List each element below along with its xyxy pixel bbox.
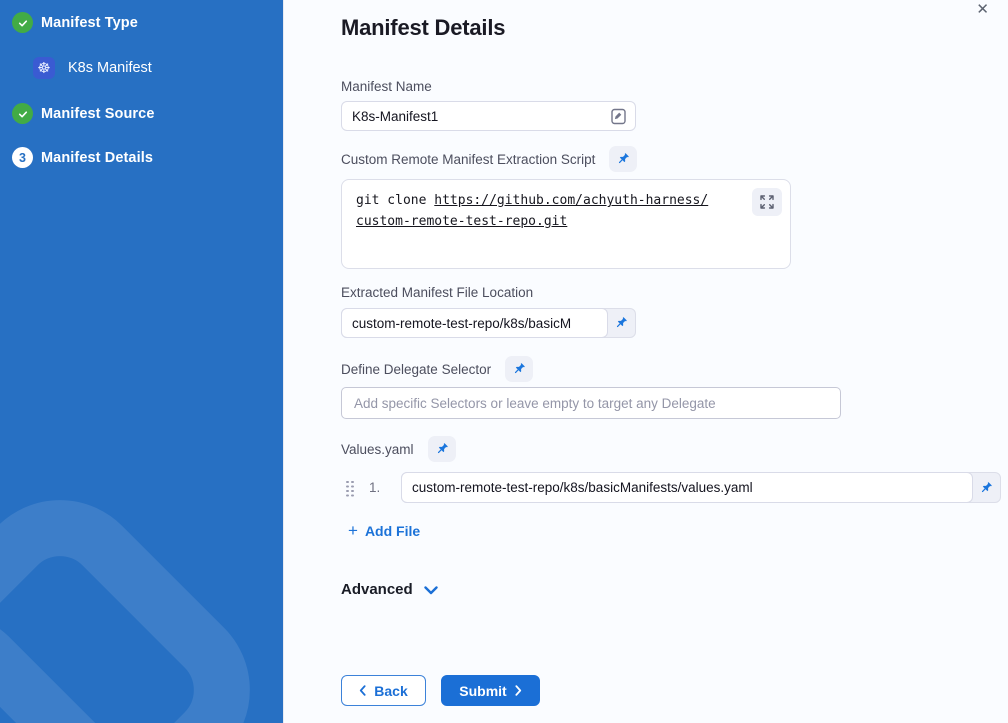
sidebar-step-manifest-details[interactable]: 3 Manifest Details	[12, 147, 153, 168]
submit-button-label: Submit	[459, 683, 506, 699]
manifest-name-input[interactable]	[342, 102, 611, 130]
page-title: Manifest Details	[341, 15, 505, 41]
check-circle-icon	[12, 12, 33, 33]
values-file-group	[401, 472, 1001, 503]
extraction-script-editor[interactable]: git clone https://github.com/achyuth-har…	[341, 179, 791, 269]
chevron-left-icon	[359, 685, 366, 696]
extracted-location-input[interactable]	[342, 316, 607, 331]
advanced-label: Advanced	[341, 581, 413, 598]
step-label: Manifest Type	[41, 15, 138, 31]
app-root: Manifest Type ☸ K8s Manifest Manifest So…	[0, 0, 1008, 723]
values-file-row: 1.	[341, 472, 1001, 503]
extracted-location-group	[341, 308, 636, 338]
row-index: 1.	[369, 480, 387, 495]
values-yaml-pin-button[interactable]	[428, 436, 456, 462]
extraction-script-label: Custom Remote Manifest Extraction Script	[341, 152, 595, 167]
step-number-badge: 3	[12, 147, 33, 168]
extracted-location-label: Extracted Manifest File Location	[341, 285, 533, 300]
script-command-prefix: git clone	[356, 193, 434, 208]
delegate-selector-input[interactable]	[341, 387, 841, 419]
sidebar-substep-k8s-manifest[interactable]: ☸ K8s Manifest	[33, 57, 152, 79]
chevron-right-icon	[515, 685, 522, 696]
wizard-sidebar: Manifest Type ☸ K8s Manifest Manifest So…	[0, 0, 283, 723]
close-icon[interactable]: ✕	[972, 0, 993, 21]
script-url-line1: https://github.com/achyuth-harness/	[434, 193, 708, 208]
delegate-selector-label-row: Define Delegate Selector	[341, 355, 533, 383]
manifest-name-label: Manifest Name	[341, 79, 432, 94]
step-label: Manifest Source	[41, 106, 155, 122]
delegate-selector-label: Define Delegate Selector	[341, 362, 491, 377]
extraction-script-pin-button[interactable]	[609, 146, 637, 172]
extraction-script-content: git clone https://github.com/achyuth-har…	[356, 190, 738, 232]
sidebar-step-manifest-source[interactable]: Manifest Source	[12, 103, 155, 124]
submit-button[interactable]: Submit	[441, 675, 540, 706]
manifest-name-group	[341, 101, 636, 131]
values-yaml-label: Values.yaml	[341, 442, 414, 457]
delegate-selector-pin-button[interactable]	[505, 356, 533, 382]
chevron-down-icon	[424, 586, 438, 595]
substep-label: K8s Manifest	[68, 60, 152, 76]
values-file-pin-button[interactable]	[971, 473, 1000, 502]
kubernetes-icon: ☸	[33, 57, 55, 79]
extraction-script-label-row: Custom Remote Manifest Extraction Script	[341, 145, 637, 173]
add-file-label: Add File	[365, 523, 420, 539]
step-label: Manifest Details	[41, 150, 153, 166]
extracted-location-pin-button[interactable]	[607, 309, 635, 337]
check-circle-icon	[12, 103, 33, 124]
back-button[interactable]: Back	[341, 675, 426, 706]
sidebar-step-manifest-type[interactable]: Manifest Type	[12, 12, 138, 33]
extracted-location-field	[341, 308, 608, 338]
add-file-button[interactable]: + Add File	[348, 522, 420, 539]
values-file-field	[401, 472, 973, 503]
plus-icon: +	[348, 522, 358, 539]
values-file-input[interactable]	[402, 480, 972, 495]
edit-name-icon[interactable]	[611, 108, 626, 125]
drag-handle-icon[interactable]	[345, 480, 355, 496]
back-button-label: Back	[374, 683, 407, 699]
manifest-details-panel: ✕ Manifest Details Manifest Name Custom …	[283, 0, 1008, 723]
script-url-line2: custom-remote-test-repo.git	[356, 214, 567, 229]
advanced-toggle[interactable]: Advanced	[341, 581, 438, 598]
expand-script-icon[interactable]	[752, 188, 782, 216]
values-yaml-label-row: Values.yaml	[341, 435, 456, 463]
